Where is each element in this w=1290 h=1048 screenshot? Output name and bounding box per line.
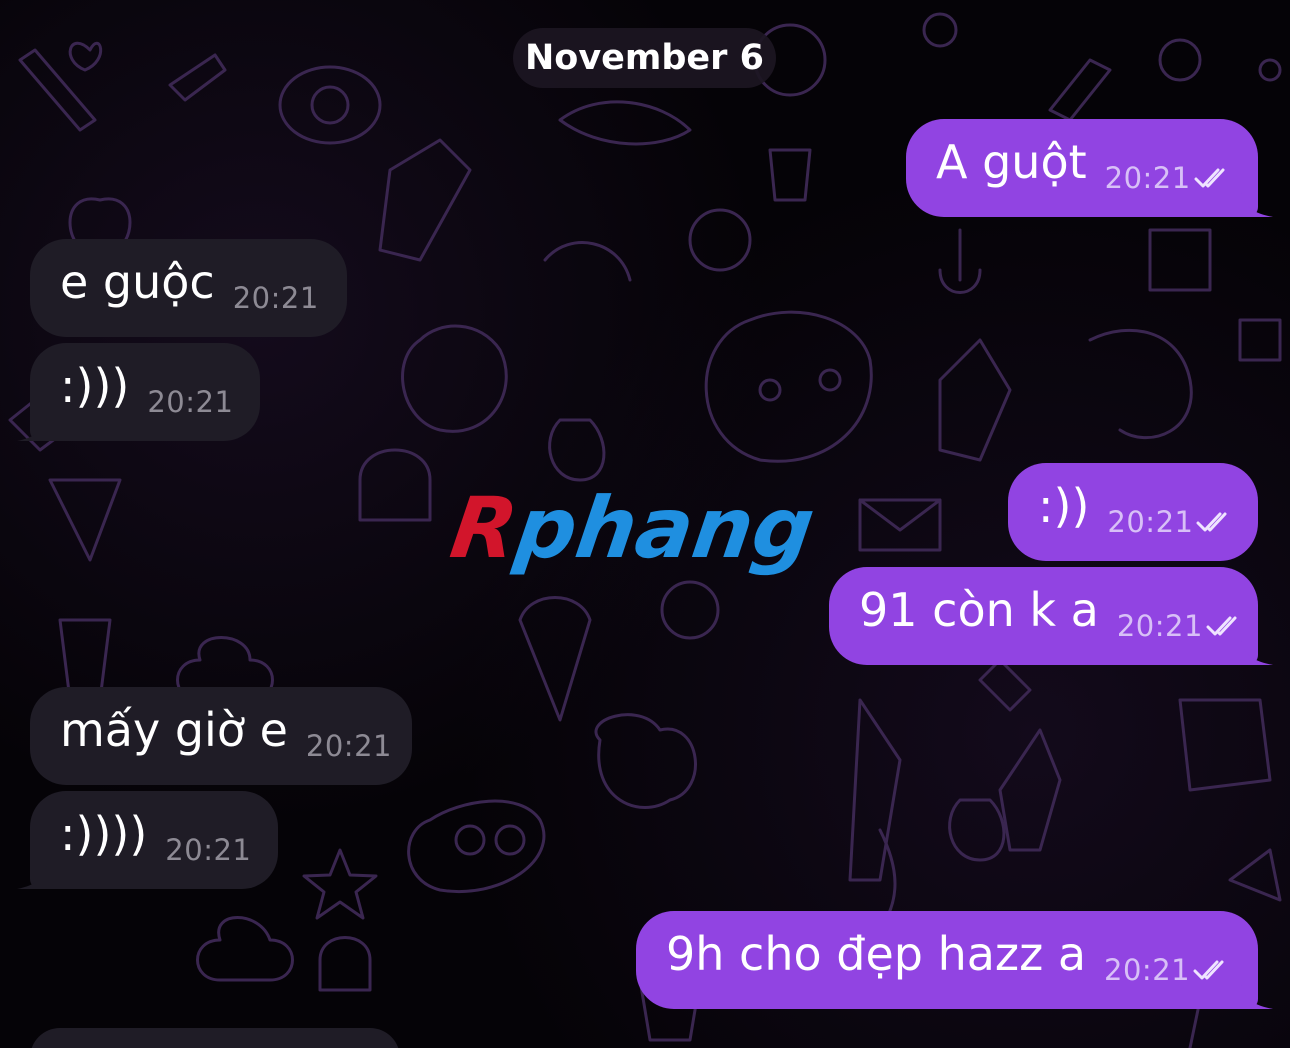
- incoming-message-bubble[interactable]: :)))) 20:21: [17, 791, 278, 889]
- bubble-tail-icon: [1241, 191, 1273, 217]
- message-time: 20:21: [1116, 609, 1203, 643]
- bubble-tail-icon: [1241, 983, 1273, 1009]
- bubble-tail-icon: [17, 863, 47, 889]
- message-text: 9h cho đẹp hazz a: [666, 927, 1087, 981]
- message-time: 20:21: [165, 833, 252, 867]
- message-meta: 20:21: [165, 833, 251, 867]
- message-meta: 20:21: [233, 281, 319, 315]
- message-time: 20:21: [232, 281, 319, 315]
- message-text: e guộc: [60, 255, 215, 309]
- watermark-text: phang: [509, 479, 821, 577]
- message-time: 20:21: [147, 385, 234, 419]
- message-text: 91 còn k a: [859, 583, 1099, 637]
- outgoing-message-bubble[interactable]: 91 còn k a 20:21: [829, 567, 1273, 665]
- bubble-tail-icon: [17, 415, 47, 441]
- message-meta: 20:21: [147, 385, 233, 419]
- message-text: A guột: [936, 135, 1087, 189]
- outgoing-message-bubble[interactable]: 9h cho đẹp hazz a 20:21: [636, 911, 1273, 1009]
- double-check-icon: [1206, 616, 1237, 636]
- message-text: mấy giờ e: [60, 703, 288, 757]
- incoming-message-bubble[interactable]: mấy giờ e 20:21: [30, 687, 412, 785]
- double-check-icon: [1193, 960, 1224, 980]
- message-text: :)): [1038, 479, 1090, 533]
- date-separator: November 6: [513, 28, 776, 88]
- message-meta: 20:21: [306, 729, 392, 763]
- incoming-message-bubble-partial[interactable]: [30, 1028, 400, 1048]
- incoming-message-bubble[interactable]: e guộc 20:21: [30, 239, 347, 337]
- message-time: 20:21: [1107, 505, 1194, 539]
- message-meta: 20:21: [1107, 505, 1236, 539]
- message-time: 20:21: [1104, 161, 1191, 195]
- message-time: 20:21: [305, 729, 392, 763]
- message-meta: 20:21: [1117, 609, 1246, 643]
- outgoing-message-bubble[interactable]: :)) 20:21: [1008, 463, 1258, 561]
- message-text: :))): [60, 359, 130, 413]
- message-meta: 20:21: [1105, 161, 1234, 195]
- chat-view[interactable]: November 6 Rphang A guột 20:21 e guộc 20…: [0, 0, 1290, 1048]
- incoming-message-bubble[interactable]: :))) 20:21: [17, 343, 260, 441]
- double-check-icon: [1194, 168, 1225, 188]
- bubble-tail-icon: [1241, 639, 1273, 665]
- message-meta: 20:21: [1104, 953, 1233, 987]
- message-time: 20:21: [1104, 953, 1191, 987]
- outgoing-message-bubble[interactable]: A guột 20:21: [906, 119, 1273, 217]
- double-check-icon: [1196, 512, 1227, 532]
- watermark-logo: Rphang: [445, 478, 849, 578]
- message-text: :)))): [60, 807, 148, 861]
